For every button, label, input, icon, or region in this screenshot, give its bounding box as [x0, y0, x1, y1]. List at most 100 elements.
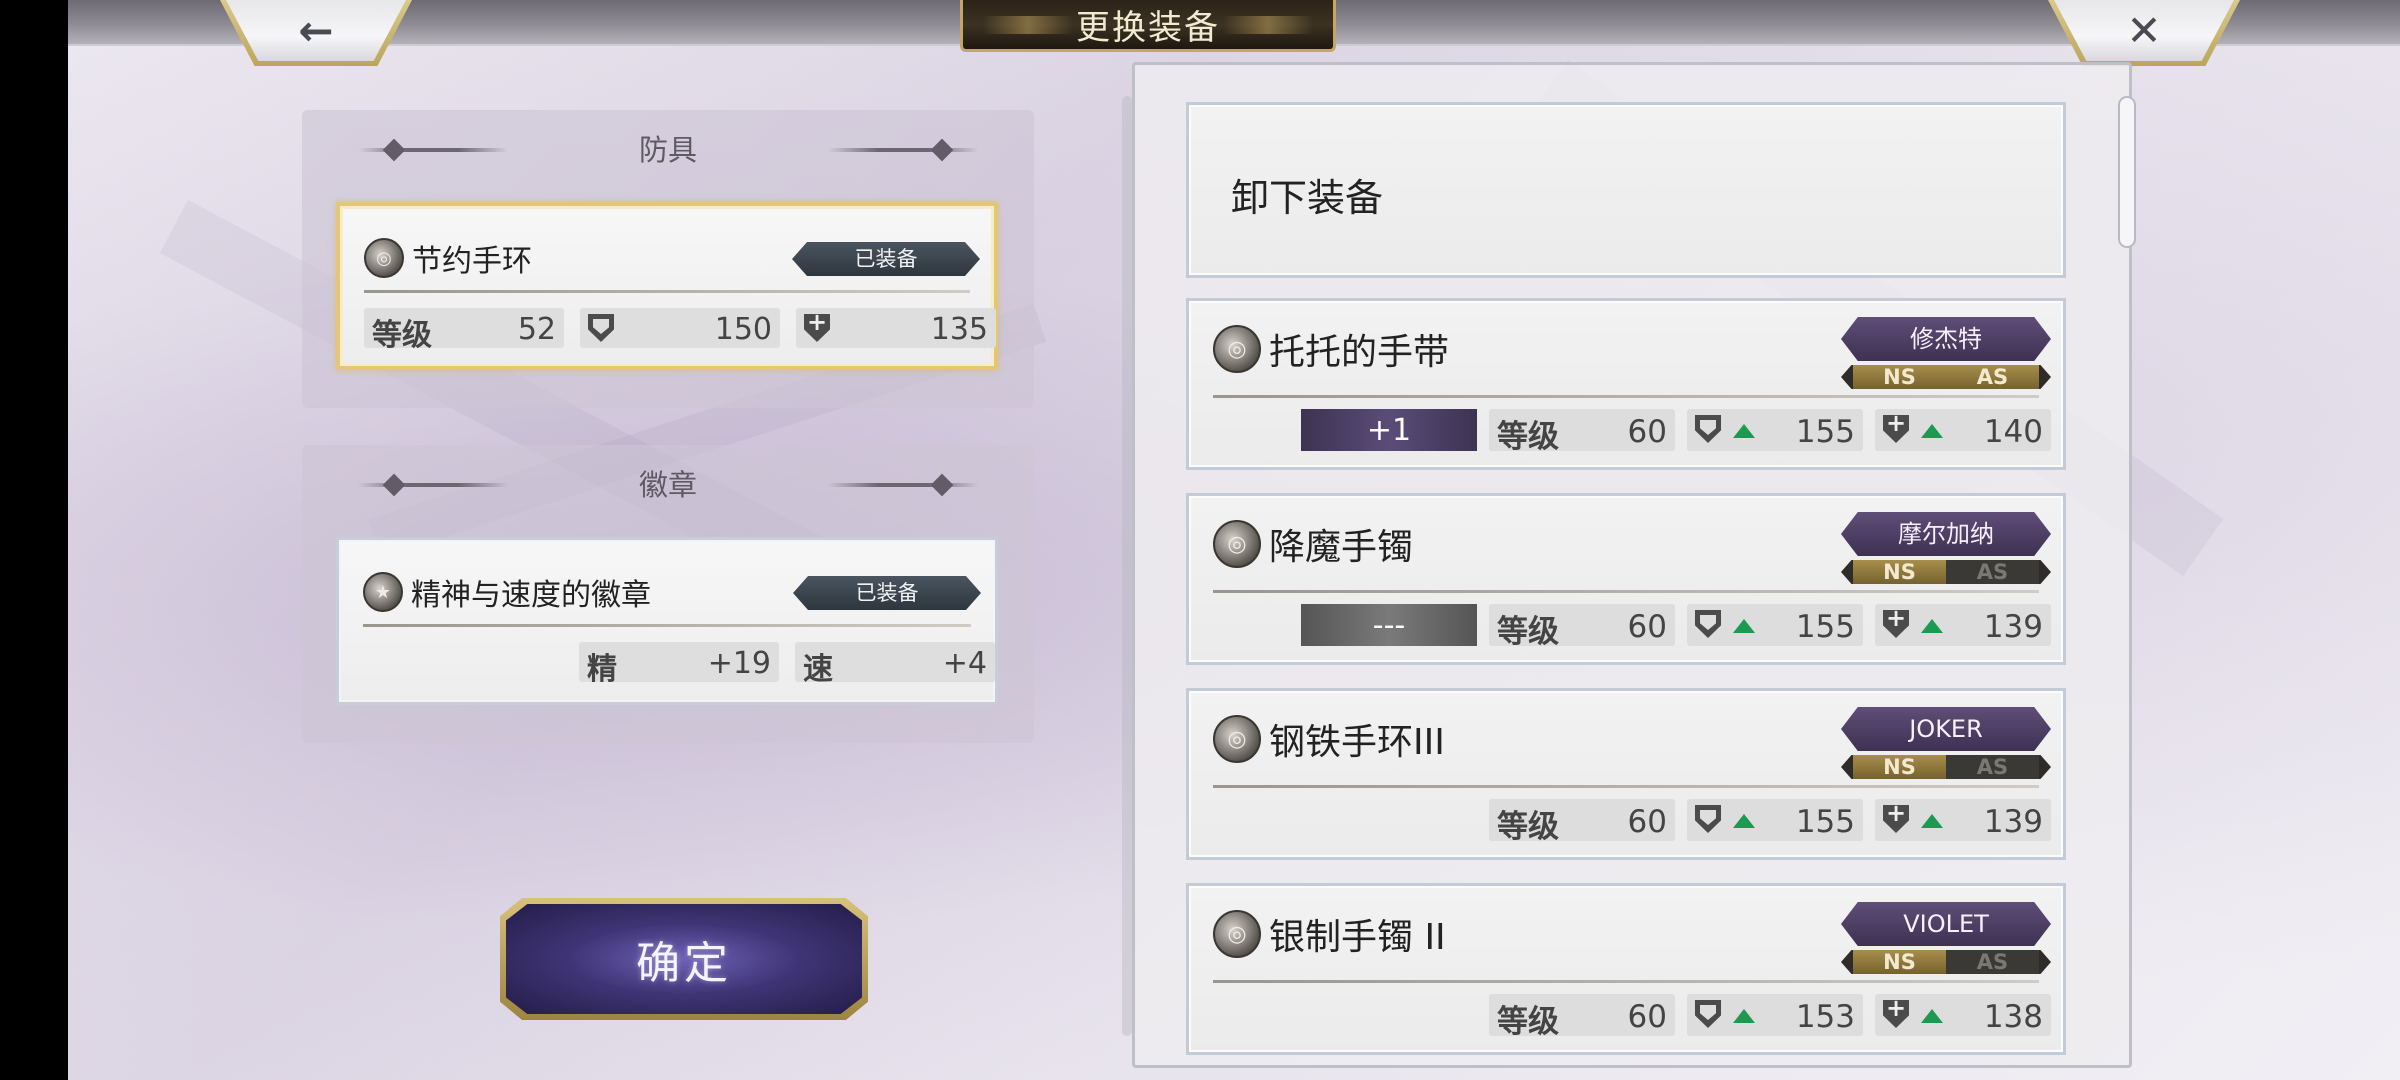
equipped-badge: 已装备 [793, 576, 981, 610]
magic-defense-shield-icon [1883, 805, 1909, 833]
stat-row: 精 +19 速 +4 [363, 642, 995, 687]
magic-defense-stat: 139 [1875, 604, 2051, 646]
close-button[interactable]: ✕ [2048, 0, 2240, 66]
equipped-armor-card[interactable]: ◎ 节约手环 已装备 等级 52 150 135 [336, 202, 998, 370]
defense-stat: 155 [1687, 604, 1863, 646]
page-title: 更换装备 [1076, 8, 1220, 48]
increase-arrow-icon [1921, 1009, 1943, 1023]
bracelet-icon: ◎ [1213, 520, 1261, 568]
close-icon: ✕ [2126, 6, 2162, 55]
as-indicator: AS [1946, 755, 2039, 779]
ns-indicator: NS [1853, 755, 1946, 779]
defense-shield-icon [1695, 805, 1721, 833]
spirit-stat: 精 +19 [579, 642, 779, 687]
increase-arrow-icon [1733, 424, 1755, 438]
back-arrow-icon: ← [298, 6, 334, 55]
defense-value: 155 [1795, 609, 1855, 645]
as-indicator: AS [1946, 560, 2039, 584]
level-stat: 等级 60 [1489, 799, 1675, 845]
back-button[interactable]: ← [220, 0, 412, 66]
item-name: 降魔手镯 [1269, 527, 1414, 568]
defense-shield-icon [1695, 1000, 1721, 1028]
ns-indicator: NS [1853, 950, 1946, 974]
level-stat: 等级 60 [1489, 604, 1675, 650]
ns-as-indicator: NS AS [1841, 755, 2051, 779]
badge-slot-label: 徽章 [638, 468, 697, 502]
refine-level: --- [1301, 604, 1477, 646]
stat-row: --- 等级 60 155 139 [1189, 604, 2063, 650]
increase-arrow-icon [1921, 619, 1943, 633]
divider [1213, 590, 2039, 593]
item-name: 托托的手带 [1269, 332, 1450, 373]
divider [363, 624, 971, 627]
badge-slot-panel: 徽章 ★ 精神与速度的徽章 已装备 精 +19 速 +4 [302, 445, 1034, 743]
magic-defense-value: 139 [1983, 609, 2043, 645]
confirm-button[interactable]: 确定 [500, 898, 868, 1020]
unequip-label: 卸下装备 [1231, 176, 1384, 220]
as-indicator: AS [1946, 950, 2039, 974]
magic-defense-stat: 135 [796, 308, 996, 348]
increase-arrow-icon [1733, 1009, 1755, 1023]
title-plate: 更换装备 [960, 0, 1336, 52]
unequip-button[interactable]: 卸下装备 [1186, 102, 2066, 278]
owner-tag: VIOLET [1841, 902, 2051, 946]
flourish-ornament [828, 148, 978, 152]
spirit-label: 精 [587, 652, 617, 687]
level-stat: 等级 60 [1489, 409, 1675, 455]
defense-stat: 150 [580, 308, 780, 348]
defense-value: 153 [1795, 999, 1855, 1035]
magic-defense-value: 135 [930, 312, 988, 347]
flourish-ornament [828, 483, 978, 487]
stat-row: 等级 60 155 139 [1189, 799, 2063, 845]
ns-as-indicator: NS AS [1841, 950, 2051, 974]
refine-level: +1 [1301, 409, 1477, 451]
defense-value: 155 [1795, 804, 1855, 840]
defense-shield-icon [1695, 415, 1721, 443]
divider [1213, 980, 2039, 983]
stat-row: 等级 60 153 138 [1189, 994, 2063, 1040]
as-indicator: AS [1946, 365, 2039, 389]
level-label: 等级 [1497, 809, 1559, 845]
owner-tag: 摩尔加纳 [1841, 512, 2051, 556]
magic-defense-stat: 140 [1875, 409, 2051, 451]
speed-value: +4 [942, 646, 987, 681]
level-value: 60 [1627, 609, 1667, 645]
equipment-list-item[interactable]: ◎ 降魔手镯 摩尔加纳 NS AS --- 等级 60 155 139 [1186, 493, 2066, 665]
defense-stat: 155 [1687, 799, 1863, 841]
equipped-badge: 已装备 [792, 242, 980, 276]
defense-stat: 153 [1687, 994, 1863, 1036]
increase-arrow-icon [1733, 619, 1755, 633]
level-label: 等级 [1497, 419, 1559, 455]
magic-defense-stat: 138 [1875, 994, 2051, 1036]
level-label: 等级 [1497, 1004, 1559, 1040]
level-label: 等级 [1497, 614, 1559, 650]
stat-row: +1 等级 60 155 140 [1189, 409, 2063, 455]
magic-defense-value: 139 [1983, 804, 2043, 840]
level-value: 60 [1627, 804, 1667, 840]
increase-arrow-icon [1921, 814, 1943, 828]
ns-indicator: NS [1853, 560, 1946, 584]
bracelet-icon: ◎ [1213, 325, 1261, 373]
equipment-list-item[interactable]: ◎ 钢铁手环III JOKER NS AS 等级 60 155 139 [1186, 688, 2066, 860]
equipment-list-item[interactable]: ◎ 银制手镯 II VIOLET NS AS 等级 60 153 138 [1186, 883, 2066, 1055]
speed-label: 速 [803, 652, 833, 687]
scrollbar-thumb[interactable] [2118, 96, 2136, 248]
bracelet-icon: ◎ [1213, 910, 1261, 958]
item-name: 银制手镯 II [1269, 917, 1446, 958]
owner-tag: JOKER [1841, 707, 2051, 751]
magic-defense-value: 140 [1983, 414, 2043, 450]
magic-defense-shield-icon [1883, 610, 1909, 638]
bracelet-icon: ◎ [364, 238, 404, 278]
item-name: 节约手环 [412, 244, 532, 279]
defense-value: 155 [1795, 414, 1855, 450]
item-name: 精神与速度的徽章 [411, 578, 651, 613]
scroll-track[interactable] [1122, 96, 1132, 1036]
magic-defense-shield-icon [1883, 415, 1909, 443]
flourish-ornament [358, 483, 508, 487]
equipped-badge-card[interactable]: ★ 精神与速度的徽章 已装备 精 +19 速 +4 [336, 537, 998, 705]
armor-slot-heading: 防具 [302, 130, 1034, 170]
defense-shield-icon [588, 314, 614, 342]
equipment-list-item[interactable]: ◎ 托托的手带 修杰特 NS AS +1 等级 60 155 140 [1186, 298, 2066, 470]
level-label: 等级 [372, 318, 432, 353]
increase-arrow-icon [1733, 814, 1755, 828]
